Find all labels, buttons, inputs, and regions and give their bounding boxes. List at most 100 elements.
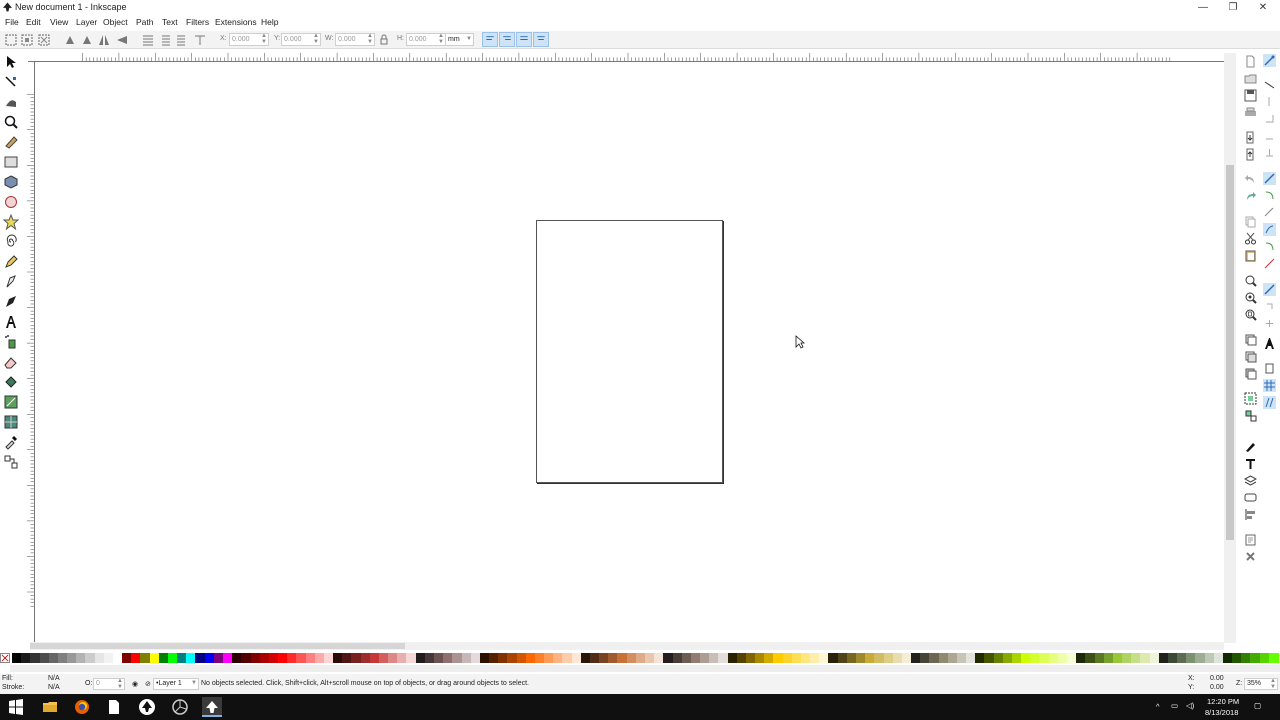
y-field[interactable]: 0.000 ▲ ▼ (281, 33, 321, 46)
snap-smooth-nodes-icon[interactable] (1263, 240, 1276, 253)
palette-swatch[interactable] (1268, 653, 1279, 663)
export-icon[interactable] (1244, 148, 1257, 161)
menu-path[interactable]: Path (136, 17, 154, 27)
transform-gradients-toggle[interactable] (516, 32, 532, 47)
palette-scrollbar[interactable] (10, 665, 1280, 672)
spiral-tool-icon[interactable] (3, 234, 19, 250)
preferences-icon[interactable] (1244, 533, 1257, 546)
star-tool-icon[interactable] (2, 213, 20, 231)
transform-patterns-toggle[interactable] (533, 32, 549, 47)
rectangle-tool-icon[interactable] (3, 154, 19, 170)
document-properties-icon[interactable] (1244, 550, 1257, 563)
snap-to-paths-icon[interactable] (1263, 189, 1276, 202)
lock-proportions-icon[interactable] (377, 33, 391, 47)
lower-to-bottom-icon[interactable] (193, 33, 207, 47)
text-font-icon[interactable] (1244, 457, 1257, 470)
xml-editor-icon[interactable] (1244, 491, 1257, 504)
x-spinner[interactable]: ▲ ▼ (261, 33, 267, 45)
flip-vertical-icon[interactable] (115, 33, 129, 47)
clock-time[interactable]: 12:20 PM (1207, 697, 1239, 706)
tray-chevron-up-icon[interactable]: ^ (1156, 702, 1160, 711)
pen-tool-icon[interactable] (3, 274, 19, 290)
zoom-field[interactable]: 35% ▲ ▼ (1244, 678, 1278, 690)
scale-corners-toggle[interactable] (499, 32, 515, 47)
document-icon[interactable] (104, 697, 124, 717)
vertical-scroll-thumb[interactable] (1226, 165, 1234, 540)
menu-extensions[interactable]: Extensions (215, 17, 257, 27)
volume-icon[interactable]: ◁) (1186, 701, 1194, 710)
import-icon[interactable] (1244, 131, 1257, 144)
open-icon[interactable] (1244, 72, 1257, 85)
align-distribute-icon[interactable] (1244, 508, 1257, 521)
opacity-field[interactable]: 0 ▲ ▼ (93, 678, 125, 690)
snap-line-midpoints-icon[interactable] (1263, 257, 1276, 270)
snap-object-midpoints-icon[interactable] (1263, 300, 1276, 313)
zoom-page-icon[interactable] (1244, 308, 1257, 321)
width-field[interactable]: 0.000 ▲ ▼ (335, 33, 375, 46)
new-document-icon[interactable] (1244, 55, 1257, 68)
spray-tool-icon[interactable] (3, 334, 19, 350)
snap-guides-icon[interactable] (1263, 396, 1276, 409)
snap-rotation-centers-icon[interactable] (1263, 317, 1276, 330)
w-spinner[interactable]: ▲ ▼ (367, 33, 373, 45)
menu-layer[interactable]: Layer (76, 17, 97, 27)
eraser-tool-icon[interactable] (3, 354, 19, 370)
network-icon[interactable]: ▭ (1171, 701, 1178, 710)
layers-icon[interactable] (1243, 474, 1258, 487)
toggle-layer-visibility-icon[interactable]: ◉ (132, 680, 138, 688)
y-spinner[interactable]: ▲ ▼ (313, 33, 319, 45)
snap-cusp-nodes-icon[interactable] (1263, 223, 1276, 236)
fill-stroke-icon[interactable] (1244, 440, 1257, 453)
height-field[interactable]: 0.000 ▲ ▼ (406, 33, 446, 46)
undo-icon[interactable] (1244, 173, 1257, 186)
close-button[interactable]: ✕ (1248, 0, 1278, 15)
rotate-ccw-icon[interactable] (63, 33, 77, 47)
menu-view[interactable]: View (50, 17, 68, 27)
menu-object[interactable]: Object (103, 17, 128, 27)
notifications-icon[interactable]: ▢ (1254, 701, 1261, 710)
lower-icon[interactable] (175, 33, 189, 47)
snap-others-icon[interactable] (1263, 283, 1276, 296)
snap-bbox-edge-icon[interactable] (1263, 95, 1276, 108)
raise-icon[interactable] (158, 33, 172, 47)
connector-tool-icon[interactable] (3, 454, 19, 470)
layer-select[interactable]: •Layer 1 ▼ (153, 678, 199, 690)
text-tool-icon[interactable] (3, 314, 19, 330)
clone-icon[interactable] (1244, 350, 1257, 363)
select-all-in-all-layers-icon[interactable] (20, 33, 34, 47)
pencil-tool-icon[interactable] (3, 254, 19, 270)
snap-nodes-icon[interactable] (1263, 172, 1276, 185)
unlink-clone-icon[interactable] (1244, 367, 1257, 380)
fill-value[interactable]: N/A (48, 675, 60, 682)
menu-text[interactable]: Text (162, 17, 178, 27)
chrome-like-icon[interactable] (170, 697, 190, 717)
menu-edit[interactable]: Edit (26, 17, 41, 27)
redo-icon[interactable] (1244, 190, 1257, 203)
zoom-selection-icon[interactable] (1244, 274, 1257, 287)
enable-snapping-icon[interactable] (1263, 54, 1276, 67)
document-page[interactable] (536, 220, 723, 483)
save-icon[interactable] (1244, 89, 1257, 102)
file-explorer-icon[interactable] (40, 697, 60, 717)
deselect-icon[interactable] (37, 33, 51, 47)
duplicate-icon[interactable] (1244, 333, 1257, 346)
horizontal-scroll-thumb[interactable] (30, 643, 405, 649)
snap-page-border-icon[interactable] (1263, 362, 1276, 375)
scale-stroke-toggle[interactable] (482, 32, 498, 47)
h-spinner[interactable]: ▲ ▼ (438, 33, 444, 45)
node-tool-icon[interactable] (3, 74, 19, 90)
calligraphy-tool-icon[interactable] (3, 294, 19, 310)
dropper-tool-icon[interactable] (3, 434, 19, 450)
snap-grids-icon[interactable] (1263, 379, 1276, 392)
menu-file[interactable]: File (5, 17, 19, 27)
windows-start-icon[interactable] (6, 697, 26, 717)
zoom-spinner[interactable]: ▲ ▼ (1270, 678, 1276, 690)
tweak-tool-icon[interactable] (3, 94, 19, 110)
minimize-button[interactable]: — (1188, 0, 1218, 15)
measure-tool-icon[interactable] (3, 134, 19, 150)
menu-filters[interactable]: Filters (186, 17, 209, 27)
mesh-tool-icon[interactable] (3, 414, 19, 430)
copy-icon[interactable] (1244, 215, 1257, 228)
snap-bbox-center-icon[interactable] (1263, 146, 1276, 159)
x-field[interactable]: 0.000 ▲ ▼ (229, 33, 269, 46)
